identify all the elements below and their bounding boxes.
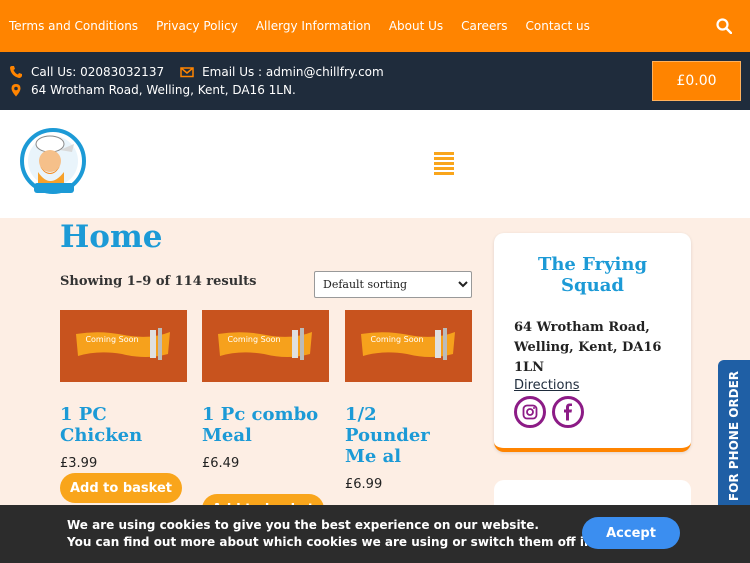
facebook-button[interactable] xyxy=(552,396,584,428)
nav-contact-link[interactable]: Contact us xyxy=(526,19,590,33)
product-price: £6.49 xyxy=(202,456,240,471)
nav-about-link[interactable]: About Us xyxy=(389,19,443,33)
contact-info-bar: Call Us: 02083032137 Email Us : admin@ch… xyxy=(0,52,750,110)
top-nav-bar: Terms and Conditions Privacy Policy Alle… xyxy=(0,0,750,52)
result-count: Showing 1–9 of 114 results xyxy=(60,274,257,289)
nav-careers-link[interactable]: Careers xyxy=(461,19,507,33)
product-image[interactable]: Coming Soon xyxy=(345,310,472,382)
product-price: £6.99 xyxy=(345,477,383,492)
product-image[interactable]: Coming Soon xyxy=(202,310,329,382)
phone-order-tab[interactable]: FOR PHONE ORDER xyxy=(718,360,750,512)
cookie-message: We are using cookies to give you the bes… xyxy=(67,517,656,551)
phone-row: Call Us: 02083032137 Email Us : admin@ch… xyxy=(9,65,384,79)
page-title: Home xyxy=(60,219,163,255)
cookie-line-2-text: You can find out more about which cookie… xyxy=(67,535,597,549)
product-title[interactable]: 1 Pc combo Meal xyxy=(202,404,329,446)
instagram-icon xyxy=(522,404,538,420)
product-card: Coming Soon 1 Pc combo Meal £6.49 xyxy=(202,310,329,471)
address-text: 64 Wrotham Road, Welling, Kent, DA16 1LN… xyxy=(31,83,296,97)
nav-terms-link[interactable]: Terms and Conditions xyxy=(9,19,138,33)
top-nav: Terms and Conditions Privacy Policy Alle… xyxy=(9,19,608,33)
coming-soon-text: Coming Soon xyxy=(85,335,138,344)
add-to-basket-button[interactable]: Add to basket xyxy=(60,473,182,503)
email-text[interactable]: Email Us : admin@chillfry.com xyxy=(202,65,384,79)
envelope-icon xyxy=(180,67,194,78)
store-address: 64 Wrotham Road, Welling, Kent, DA16 1LN xyxy=(514,320,662,375)
phone-icon xyxy=(10,66,22,78)
product-card: Coming Soon 1 PC Chicken £3.99 xyxy=(60,310,187,471)
coming-soon-text: Coming Soon xyxy=(227,335,280,344)
phone-text[interactable]: Call Us: 02083032137 xyxy=(31,65,164,79)
nav-privacy-link[interactable]: Privacy Policy xyxy=(156,19,238,33)
cart-button[interactable]: £0.00 xyxy=(652,61,741,101)
coming-soon-banner: Coming Soon xyxy=(76,328,170,360)
coming-soon-banner: Coming Soon xyxy=(361,328,455,360)
instagram-button[interactable] xyxy=(514,396,546,428)
cookie-line-1: We are using cookies to give you the bes… xyxy=(67,518,539,532)
menu-hamburger-icon[interactable] xyxy=(434,152,454,176)
site-header xyxy=(0,110,750,218)
cookie-line-2: You can find out more about which cookie… xyxy=(67,534,656,551)
nav-allergy-link[interactable]: Allergy Information xyxy=(256,19,371,33)
directions-link[interactable]: Directions xyxy=(514,378,580,393)
facebook-icon xyxy=(564,403,572,421)
product-price: £3.99 xyxy=(60,456,98,471)
search-icon[interactable] xyxy=(716,18,732,34)
phone-order-label: FOR PHONE ORDER xyxy=(727,370,741,502)
location-card: The Frying Squad 64 Wrotham Road, Wellin… xyxy=(494,233,691,452)
address-row: 64 Wrotham Road, Welling, Kent, DA16 1LN… xyxy=(9,83,296,97)
store-name: The Frying Squad xyxy=(537,254,648,296)
coming-soon-banner: Coming Soon xyxy=(218,328,312,360)
cart-total: £0.00 xyxy=(676,73,717,89)
coming-soon-text: Coming Soon xyxy=(370,335,423,344)
map-pin-icon xyxy=(11,84,21,97)
product-title[interactable]: 1/2 Pounder Me al xyxy=(345,404,467,467)
product-title[interactable]: 1 PC Chicken xyxy=(60,404,187,446)
chillfry-logo[interactable] xyxy=(20,128,86,198)
product-card: Coming Soon 1/2 Pounder Me al £6.99 xyxy=(345,310,472,492)
accept-cookies-button[interactable]: Accept xyxy=(582,517,680,549)
sort-select[interactable]: Default sorting xyxy=(314,271,472,298)
product-image[interactable]: Coming Soon xyxy=(60,310,187,382)
